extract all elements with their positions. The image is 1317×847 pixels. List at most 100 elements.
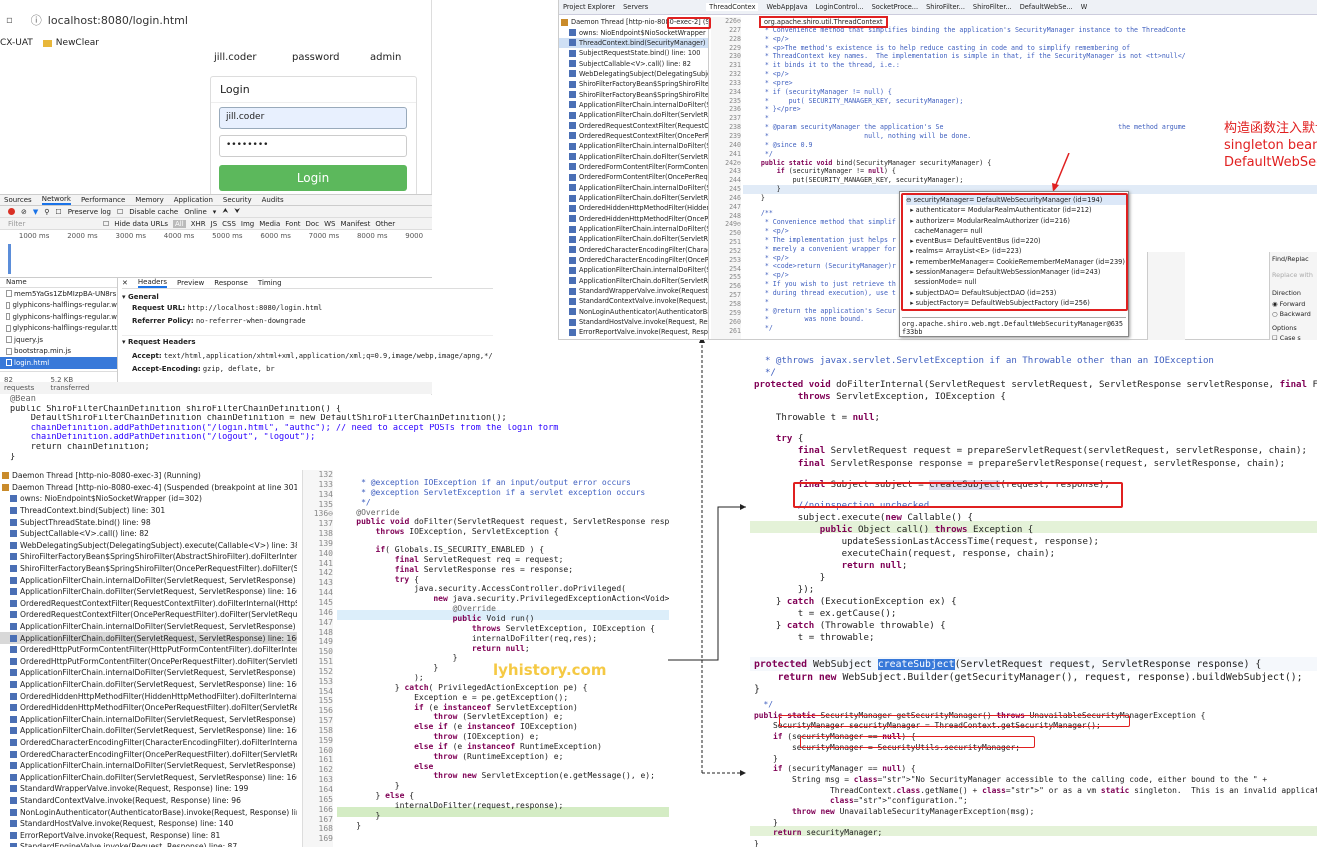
clear-icon[interactable]: ⊘ — [21, 208, 27, 216]
stack-frame[interactable]: OrderedRequestContextFilter(OncePerReque… — [0, 609, 297, 621]
tab-defaultwebse[interactable]: DefaultWebSe... — [1020, 3, 1073, 11]
stack-frame[interactable]: ApplicationFilterChain.doFilter(ServletR… — [0, 725, 297, 737]
file-row[interactable]: glyphicons-halflings-regular.tt — [0, 323, 117, 335]
case-checkbox[interactable]: ☐ Case s — [1272, 334, 1316, 342]
stack-frame[interactable]: NonLoginAuthenticator(AuthenticatorBase)… — [0, 806, 297, 818]
stack-frame[interactable]: ShiroFilterFactoryBean$SpringShiroFilter… — [0, 551, 297, 563]
disable-cache-checkbox[interactable]: ☐ — [117, 208, 123, 216]
stack-frame[interactable]: ApplicationFilterChain.internalDoFilter(… — [559, 224, 708, 234]
filter-type-manifest[interactable]: Manifest — [340, 220, 370, 228]
tab-sources[interactable]: Sources — [4, 196, 32, 204]
stack-frame[interactable]: OrderedCharacterEncodingFilter(OncePerRe… — [0, 748, 297, 760]
stack-frame[interactable]: OrderedHttpPutFormContentFilter(OncePerR… — [0, 656, 297, 668]
stack-frame[interactable]: StandardHostValve.invoke(Request, Respon… — [559, 317, 708, 327]
filter-icon[interactable]: ▼ — [33, 208, 38, 216]
general-section-title[interactable]: ▾ General — [122, 293, 493, 301]
stack-frame[interactable]: ApplicationFilterChain.doFilter(ServletR… — [0, 586, 297, 598]
file-row[interactable]: jquery.js — [0, 334, 117, 346]
stack-frame[interactable]: ShiroFilterFactoryBean$SpringShiroFilter… — [559, 79, 708, 89]
tab-security[interactable]: Security — [223, 196, 252, 204]
filter-type-img[interactable]: Img — [241, 220, 254, 228]
stack-frame[interactable]: ErrorReportValve.invoke(Request, Respons… — [0, 829, 297, 841]
stack-frame[interactable]: ThreadContext.bind(SecurityManager) line… — [559, 37, 708, 49]
chevron-down-icon[interactable]: ▾ — [213, 208, 217, 216]
stack-frame[interactable]: OrderedRequestContextFilter(RequestConte… — [0, 598, 297, 610]
stack-frame[interactable]: OrderedCharacterEncodingFilter(Character… — [0, 737, 297, 749]
filter-type-js[interactable]: JS — [211, 220, 218, 228]
stack-frame[interactable]: NonLoginAuthenticator(AuthenticatorBase)… — [559, 307, 708, 317]
stack-frame[interactable]: StandardEngineValve.invoke(Request, Resp… — [0, 841, 297, 847]
tab-project-explorer[interactable]: Project Explorer — [563, 3, 615, 11]
stack-frame[interactable]: OrderedHttpPutFormContentFilter(HttpPutF… — [0, 644, 297, 656]
stack-frame[interactable]: ApplicationFilterChain.internalDoFilter(… — [0, 574, 297, 586]
filter-type-other[interactable]: Other — [375, 220, 395, 228]
stack-frame[interactable]: ApplicationFilterChain.doFilter(ServletR… — [0, 679, 297, 691]
stack-frame[interactable]: OrderedHiddenHttpMethodFilter(HiddenHttp… — [559, 203, 708, 213]
stack-frame[interactable]: ErrorReportValve.invoke(Request, Respons… — [559, 327, 708, 337]
tab-audits[interactable]: Audits — [262, 196, 284, 204]
stack-frame[interactable]: ApplicationFilterChain.internalDoFilter(… — [0, 621, 297, 633]
filter-type-xhr[interactable]: XHR — [191, 220, 206, 228]
filter-type-css[interactable]: CSS — [222, 220, 236, 228]
throttle-select[interactable]: Online — [184, 208, 207, 216]
forward-radio[interactable]: ◉ Forward — [1272, 300, 1316, 308]
filter-type-all[interactable]: All — [173, 219, 186, 228]
stack-frame[interactable]: SubjectRequestState.bind() line: 100 — [559, 48, 708, 58]
username-field[interactable]: jill.coder — [219, 107, 407, 129]
stack-frame[interactable]: SubjectCallable<V>.call() line: 82 — [0, 528, 297, 540]
preserve-log-checkbox[interactable]: ☐ — [55, 208, 61, 216]
stack-frame[interactable]: ApplicationFilterChain.doFilter(ServletR… — [559, 110, 708, 120]
record-icon[interactable] — [8, 208, 15, 215]
stack-frame[interactable]: ApplicationFilterChain.doFilter(ServletR… — [0, 632, 297, 644]
bookmark-cx-uat[interactable]: CX-UAT — [0, 38, 33, 48]
bookmark-newclear[interactable]: NewClear — [56, 38, 99, 48]
variables-popup[interactable]: ⊖ securityManager= DefaultWebSecurityMan… — [899, 191, 1129, 337]
tab-response[interactable]: Response — [214, 279, 248, 287]
stack-frame[interactable]: OrderedHiddenHttpMethodFilter(HiddenHttp… — [0, 690, 297, 702]
file-row[interactable]: glyphicons-halflings-regular.w — [0, 311, 117, 323]
stack-frame[interactable]: ApplicationFilterChain.doFilter(ServletR… — [559, 276, 708, 286]
file-row[interactable]: bootstrap.min.js — [0, 346, 117, 358]
filter-type-font[interactable]: Font — [285, 220, 300, 228]
tab-application[interactable]: Application — [174, 196, 213, 204]
stack-frame[interactable]: ApplicationFilterChain.internalDoFilter(… — [559, 100, 708, 110]
upload-icon[interactable]: ⮝ — [222, 207, 228, 216]
stack-frame[interactable]: ApplicationFilterChain.internalDoFilter(… — [0, 760, 297, 772]
filter-type-ws[interactable]: WS — [324, 220, 335, 228]
tab-logincontrol[interactable]: LoginControl... — [816, 3, 864, 11]
stack-frame[interactable]: owns: NioEndpoint$NioSocketWrapper (id=3… — [0, 493, 297, 505]
tab-shirofilter-2[interactable]: ShiroFilter... — [973, 3, 1012, 11]
stack-frame[interactable]: OrderedHiddenHttpMethodFilter(OncePerReq… — [0, 702, 297, 714]
tab-performance[interactable]: Performance — [81, 196, 125, 204]
stack-frame[interactable]: SubjectThreadState.bind() line: 98 — [0, 516, 297, 528]
tab-threadcontext[interactable]: ThreadContex — [706, 3, 759, 11]
stack-frame[interactable]: ThreadContext.bind(Subject) line: 301 — [0, 505, 297, 517]
tab-headers[interactable]: Headers — [137, 278, 168, 288]
stack-frame[interactable]: WebDelegatingSubject(DelegatingSubject).… — [0, 540, 297, 552]
tab-more[interactable]: W — [1081, 3, 1088, 11]
tab-network[interactable]: Network — [41, 195, 71, 205]
filter-type-media[interactable]: Media — [259, 220, 280, 228]
stack-frame[interactable]: OrderedFormContentFilter(OncePerRequestF… — [559, 172, 708, 182]
stack-frame[interactable]: OrderedRequestContextFilter(RequestConte… — [559, 120, 708, 130]
close-icon[interactable]: ✕ — [122, 279, 128, 287]
stack-frame[interactable]: SubjectCallable<V>.call() line: 82 — [559, 58, 708, 68]
stack-frame[interactable]: OrderedCharacterEncodingFilter(Character… — [559, 245, 708, 255]
stack-frame[interactable]: OrderedRequestContextFilter(OncePerReque… — [559, 131, 708, 141]
tab-shirofilter-1[interactable]: ShiroFilter... — [926, 3, 965, 11]
stack-frame[interactable]: ApplicationFilterChain.internalDoFilter(… — [559, 141, 708, 151]
stack-frame[interactable]: OrderedFormContentFilter(FormContentFilt… — [559, 162, 708, 172]
stack-frame[interactable]: ApplicationFilterChain.internalDoFilter(… — [0, 667, 297, 679]
tab-servers[interactable]: Servers — [623, 3, 648, 11]
tab-memory[interactable]: Memory — [135, 196, 163, 204]
stack-frame[interactable]: ApplicationFilterChain.doFilter(ServletR… — [559, 193, 708, 203]
search-icon[interactable]: ⚲ — [44, 208, 49, 216]
stack-frame[interactable]: WebDelegatingSubject(DelegatingSubject).… — [559, 69, 708, 79]
stack-frame[interactable]: StandardHostValve.invoke(Request, Respon… — [0, 818, 297, 830]
stack-frame[interactable]: ApplicationFilterChain.internalDoFilter(… — [559, 183, 708, 193]
stack-frame[interactable]: StandardContextValve.invoke(Request, Res… — [0, 795, 297, 807]
hide-data-urls-checkbox[interactable]: ☐ — [103, 220, 109, 228]
url-text[interactable]: localhost:8080/login.html — [48, 14, 188, 27]
stack-frame[interactable]: OrderedCharacterEncodingFilter(OncePerRe… — [559, 255, 708, 265]
download-icon[interactable]: ⮟ — [234, 207, 240, 216]
